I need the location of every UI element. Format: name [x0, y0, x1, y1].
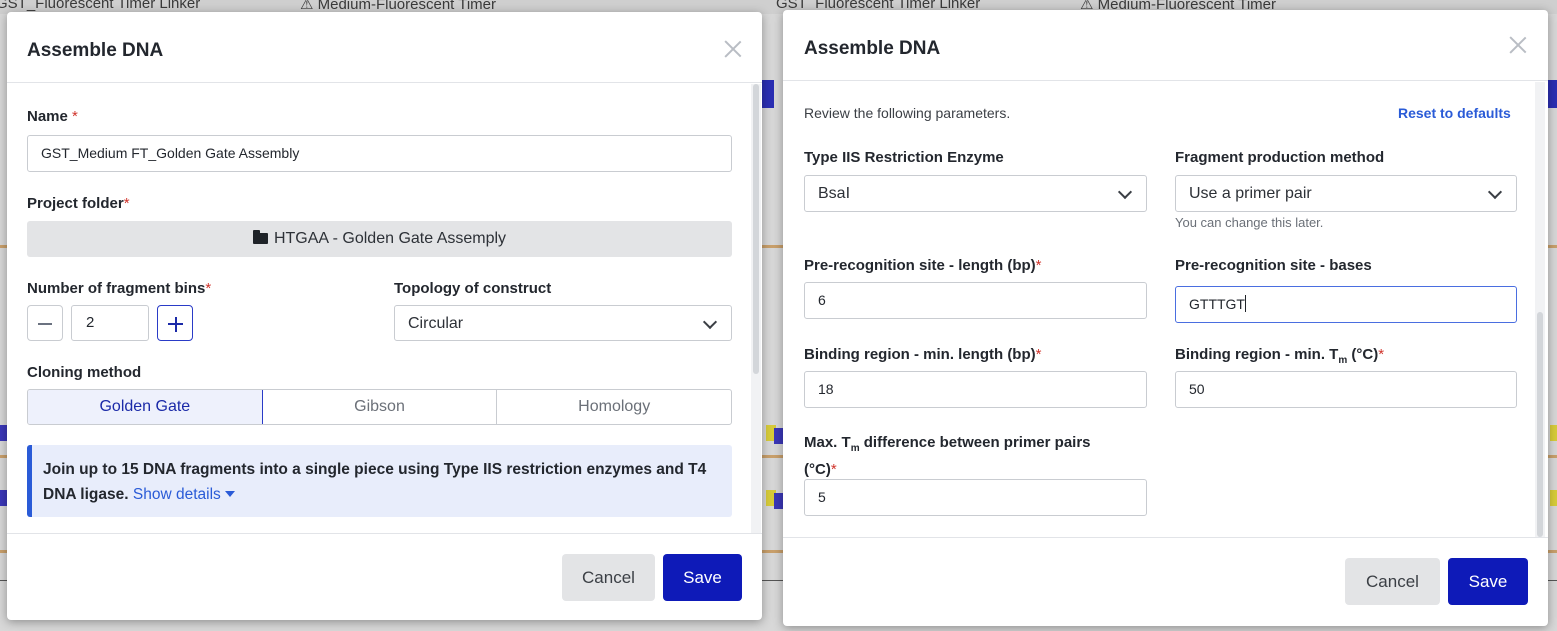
- fragment-bins-input[interactable]: 2: [71, 305, 149, 341]
- chevron-down-icon: [1487, 184, 1503, 200]
- dialog-title: Assemble DNA: [804, 38, 941, 59]
- tab-golden-gate[interactable]: Golden Gate: [28, 390, 263, 424]
- dialog-title: Assemble DNA: [27, 40, 164, 61]
- save-button[interactable]: Save: [663, 554, 742, 601]
- scrollbar[interactable]: [751, 84, 761, 534]
- max-tm-unit: (°C): [804, 461, 831, 478]
- tab-gibson[interactable]: Gibson: [261, 390, 497, 424]
- fragment-bins-label: Number of fragment bins*: [27, 280, 211, 297]
- cloning-method-label: Cloning method: [27, 364, 142, 381]
- info-callout: Join up to 15 DNA fragments into a singl…: [27, 445, 732, 517]
- project-folder-label: Project folder*: [27, 195, 130, 212]
- scrollbar[interactable]: [1535, 82, 1545, 537]
- required-marker: *: [205, 280, 212, 297]
- folder-icon: [252, 230, 268, 244]
- required-marker: *: [72, 108, 78, 125]
- plus-icon-bar: [174, 316, 177, 332]
- name-label-text: Name: [27, 108, 68, 125]
- project-folder-value: HTGAA - Golden Gate Assemply: [273, 230, 507, 247]
- bg-chip: [1550, 425, 1557, 441]
- name-input[interactable]: GST_Medium FT_Golden Gate Assembly: [27, 135, 732, 172]
- show-details-link[interactable]: Show details: [132, 486, 236, 503]
- chevron-down-icon: [702, 314, 718, 330]
- dialog-header: Assemble DNA: [783, 10, 1548, 81]
- max-tm-label: Max. Tm difference between primer pairs (…: [804, 432, 1091, 480]
- close-icon[interactable]: [1508, 35, 1528, 55]
- fragment-method-label: Fragment production method: [1175, 149, 1385, 166]
- increment-button[interactable]: [157, 305, 193, 341]
- max-tm-label-text: Max. T: [804, 434, 851, 451]
- topology-select[interactable]: Circular: [394, 305, 732, 341]
- enzyme-select[interactable]: BsaI: [804, 175, 1147, 212]
- binding-tm-label: Binding region - min. Tm (°C)*: [1175, 346, 1384, 366]
- pre-bases-value: GTTTGT: [1189, 296, 1245, 312]
- required-marker: *: [1035, 257, 1042, 274]
- assemble-dna-parameters-dialog: Assemble DNA Review the following parame…: [783, 10, 1548, 626]
- tab-homology[interactable]: Homology: [496, 390, 731, 424]
- required-marker: *: [1035, 346, 1042, 363]
- pre-bases-label: Pre-recognition site - bases: [1175, 257, 1372, 274]
- binding-length-label: Binding region - min. length (bp)*: [804, 346, 1041, 363]
- name-label: Name *: [27, 108, 78, 125]
- required-marker: *: [830, 461, 837, 478]
- required-marker: *: [123, 195, 130, 212]
- fragment-method-hint: You can change this later.: [1175, 215, 1324, 230]
- topology-value: Circular: [408, 315, 464, 332]
- project-folder-button[interactable]: HTGAA - Golden Gate Assemply: [27, 221, 732, 257]
- pre-length-input[interactable]: 6: [804, 282, 1147, 319]
- chevron-down-icon: [1117, 184, 1133, 200]
- caret-down-icon: [225, 491, 236, 497]
- fragment-method-select[interactable]: Use a primer pair: [1175, 175, 1517, 212]
- minus-icon: [38, 323, 52, 325]
- enzyme-value: BsaI: [818, 185, 851, 202]
- reset-defaults-link[interactable]: Reset to defaults: [1398, 105, 1511, 121]
- pre-length-label: Pre-recognition site - length (bp)*: [804, 257, 1042, 274]
- scrollbar-thumb[interactable]: [1537, 312, 1543, 537]
- fragment-method-value: Use a primer pair: [1189, 185, 1312, 202]
- binding-tm-label-text: Binding region - min. T: [1175, 346, 1339, 363]
- project-folder-label-text: Project folder: [27, 195, 124, 212]
- text-cursor: [1245, 295, 1246, 312]
- pre-bases-input[interactable]: GTTTGT: [1175, 286, 1517, 323]
- dialog-footer: Cancel Save: [7, 533, 762, 620]
- close-icon[interactable]: [723, 39, 743, 59]
- fragment-bins-label-text: Number of fragment bins: [27, 280, 206, 297]
- max-tm-label-rest: difference between primer pairs: [859, 434, 1091, 451]
- show-details-label: Show details: [132, 486, 221, 503]
- bg-tab: GST_Fluorescent Timer Linker: [0, 0, 201, 12]
- decrement-button[interactable]: [27, 305, 63, 341]
- tm-subscript: m: [1338, 355, 1348, 366]
- cancel-button[interactable]: Cancel: [1345, 558, 1440, 605]
- binding-length-input[interactable]: 18: [804, 371, 1147, 408]
- max-tm-input[interactable]: 5: [804, 479, 1147, 516]
- topology-label: Topology of construct: [394, 280, 552, 297]
- dialog-footer: Cancel Save: [783, 537, 1548, 626]
- bg-chip: [1550, 490, 1557, 506]
- review-text: Review the following parameters.: [804, 105, 1011, 121]
- binding-length-label-text: Binding region - min. length (bp): [804, 346, 1036, 363]
- enzyme-label: Type IIS Restriction Enzyme: [804, 149, 1004, 166]
- bg-block: [762, 80, 774, 108]
- pre-length-label-text: Pre-recognition site - length (bp): [804, 257, 1036, 274]
- binding-tm-input[interactable]: 50: [1175, 371, 1517, 408]
- tm-subscript: m: [850, 443, 860, 454]
- cancel-button[interactable]: Cancel: [562, 554, 655, 601]
- save-button[interactable]: Save: [1448, 558, 1528, 605]
- required-marker: *: [1378, 346, 1385, 363]
- assemble-dna-dialog: Assemble DNA Name * GST_Medium FT_Golden…: [7, 12, 762, 620]
- cloning-method-tabs: Golden Gate Gibson Homology: [27, 389, 732, 425]
- binding-tm-unit: (°C): [1347, 346, 1379, 363]
- dialog-header: Assemble DNA: [7, 12, 762, 83]
- scrollbar-thumb[interactable]: [753, 84, 759, 374]
